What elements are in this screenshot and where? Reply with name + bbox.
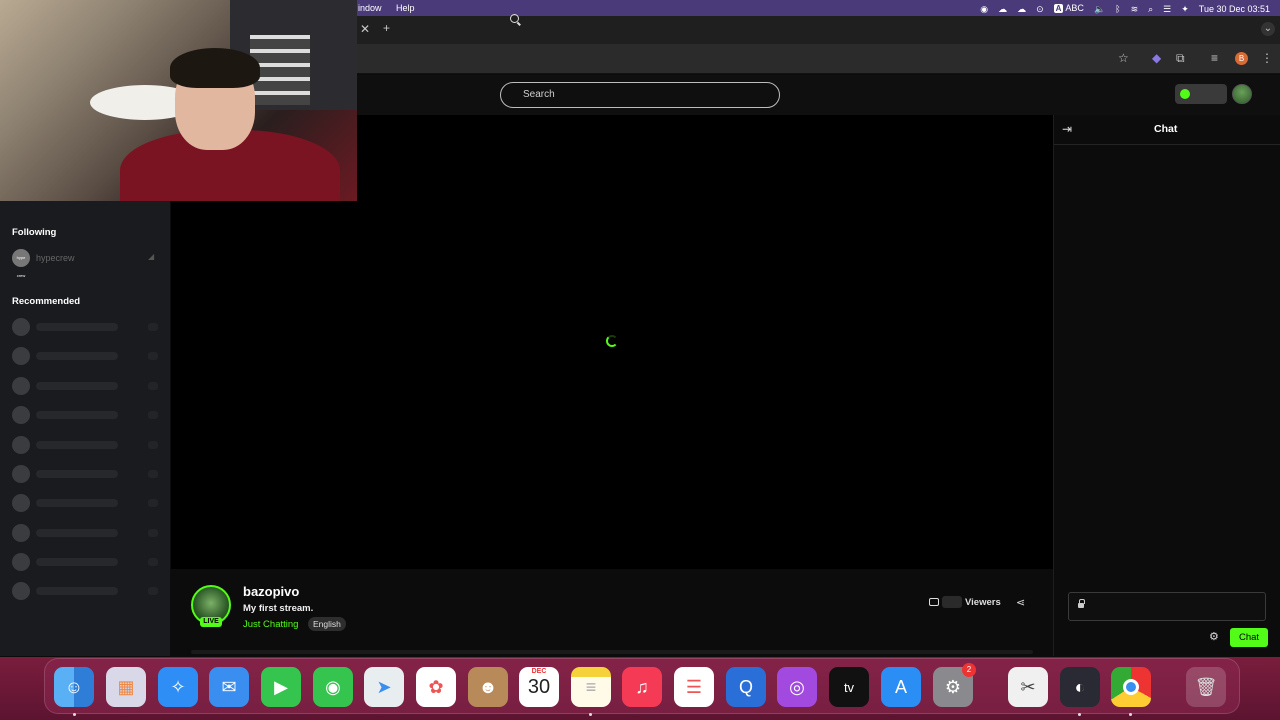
safari-icon[interactable]: ✧: [158, 667, 198, 707]
preview-icon[interactable]: ✂: [1008, 667, 1048, 707]
following-item-label: hypecrew: [36, 253, 75, 263]
quicktime-icon[interactable]: Q: [726, 667, 766, 707]
viewers-icon: [929, 598, 939, 606]
messages-icon[interactable]: ◉: [313, 667, 353, 707]
collapse-chat-icon[interactable]: ⇥: [1062, 122, 1072, 136]
menu-help[interactable]: Help: [396, 3, 415, 13]
menubar-status-area: ◉ ☁ ☁ ⊙ A ABC 🔈 ᛒ ≋ ⌕ ☰ ✦ Tue 30 Dec 03:…: [980, 2, 1270, 15]
kick-coin-icon: [1180, 89, 1190, 99]
control-center-icon[interactable]: ☰: [1163, 3, 1171, 15]
notes-icon[interactable]: ≡: [571, 667, 611, 707]
menubar-clock[interactable]: Tue 30 Dec 03:51: [1199, 3, 1270, 15]
bookmark-star-icon[interactable]: ☆: [1118, 51, 1129, 65]
category-link[interactable]: Just Chatting: [243, 619, 298, 630]
new-tab-icon[interactable]: +: [383, 21, 390, 35]
input-source-icon: A: [1053, 4, 1064, 13]
viewers-count-placeholder: [942, 596, 962, 608]
following-heading: Following: [12, 227, 57, 238]
chat-settings-gear-icon[interactable]: ⚙: [1209, 630, 1219, 643]
trash-icon[interactable]: 🗑: [1186, 667, 1226, 707]
share-icon[interactable]: ⋖: [1016, 596, 1025, 609]
viewers-label: Viewers: [965, 597, 1001, 608]
live-badge: LIVE: [200, 617, 222, 627]
music-icon[interactable]: ♫: [622, 667, 662, 707]
chat-send-button[interactable]: Chat: [1230, 628, 1268, 647]
chat-panel: ⇥ Chat ⚙ Chat: [1053, 115, 1280, 656]
maps-icon[interactable]: ➤: [364, 667, 404, 707]
system-settings-badge: 2: [962, 663, 976, 677]
dock-running-indicator: [73, 713, 76, 716]
contacts-icon[interactable]: ☻: [468, 667, 508, 707]
wifi-icon[interactable]: ≋: [1131, 3, 1139, 15]
siri-icon[interactable]: ✦: [1181, 3, 1189, 15]
streamer-name[interactable]: bazopivo: [243, 584, 299, 599]
stream-title: My first stream.: [243, 603, 314, 614]
launchpad-icon[interactable]: ▦: [106, 667, 146, 707]
extension-icon[interactable]: ◆: [1152, 51, 1161, 65]
browser-profile-avatar[interactable]: B: [1235, 52, 1248, 65]
photos-icon[interactable]: ✿: [416, 667, 456, 707]
record-status-icon[interactable]: ⊙: [1036, 3, 1044, 15]
language-tag[interactable]: English: [308, 617, 346, 631]
facetime-icon[interactable]: ▶: [261, 667, 301, 707]
calendar-month: DEC: [531, 668, 547, 675]
tab-search-icon[interactable]: ⌄: [1261, 22, 1275, 36]
loading-spinner-icon: [606, 335, 618, 347]
search-input[interactable]: Search: [500, 82, 780, 108]
screen-record-icon[interactable]: ◉: [980, 3, 988, 15]
browser-menu-icon[interactable]: ⋮: [1261, 51, 1273, 65]
mail-icon[interactable]: ✉: [209, 667, 249, 707]
horizontal-scrollbar[interactable]: [191, 650, 1033, 654]
lock-icon: [1078, 599, 1085, 608]
finder-icon[interactable]: ☺: [54, 667, 94, 707]
recommended-heading: Recommended: [12, 296, 81, 307]
obs-icon[interactable]: ◐: [1060, 667, 1100, 707]
input-source-label[interactable]: ABC: [1065, 3, 1084, 13]
sidebar: Following hype crew hypecrew ◢ Recommend…: [0, 200, 170, 656]
wallet-button[interactable]: [1175, 84, 1227, 104]
media-controls-icon[interactable]: ≡: [1211, 51, 1218, 65]
spotlight-icon[interactable]: ⌕: [1148, 3, 1153, 15]
bluetooth-icon[interactable]: ᛒ: [1115, 3, 1120, 15]
chat-title: Chat: [1154, 123, 1178, 135]
chrome-icon[interactable]: [1111, 667, 1151, 707]
dock-running-indicator: [1078, 713, 1081, 716]
podcasts-icon[interactable]: ◎: [777, 667, 817, 707]
webcam-overlay: [0, 0, 357, 201]
offline-icon: ◢: [148, 252, 155, 261]
volume-icon[interactable]: 🔈: [1094, 3, 1105, 15]
chat-message-input[interactable]: [1068, 592, 1266, 621]
dock-running-indicator: [1129, 713, 1132, 716]
app-store-icon[interactable]: A: [881, 667, 921, 707]
hypecrew-avatar: hype crew: [12, 249, 30, 278]
menu-window[interactable]: indow: [358, 3, 382, 13]
user-avatar[interactable]: [1232, 84, 1252, 104]
stream-info: LIVE bazopivo My first stream. Just Chat…: [171, 570, 1053, 656]
reminders-icon[interactable]: ☰: [674, 667, 714, 707]
extensions-puzzle-icon[interactable]: ⧉: [1176, 51, 1185, 66]
creative-cloud-icon[interactable]: ☁: [998, 3, 1007, 15]
apple-tv-icon[interactable]: tv: [829, 667, 869, 707]
cloud-sync-icon[interactable]: ☁: [1017, 3, 1026, 15]
calendar-day: 30: [527, 676, 551, 698]
chat-header: ⇥ Chat: [1054, 115, 1280, 145]
dock-running-indicator: [589, 713, 592, 716]
search-icon: [510, 14, 519, 23]
close-tab-icon[interactable]: ✕: [360, 22, 370, 36]
